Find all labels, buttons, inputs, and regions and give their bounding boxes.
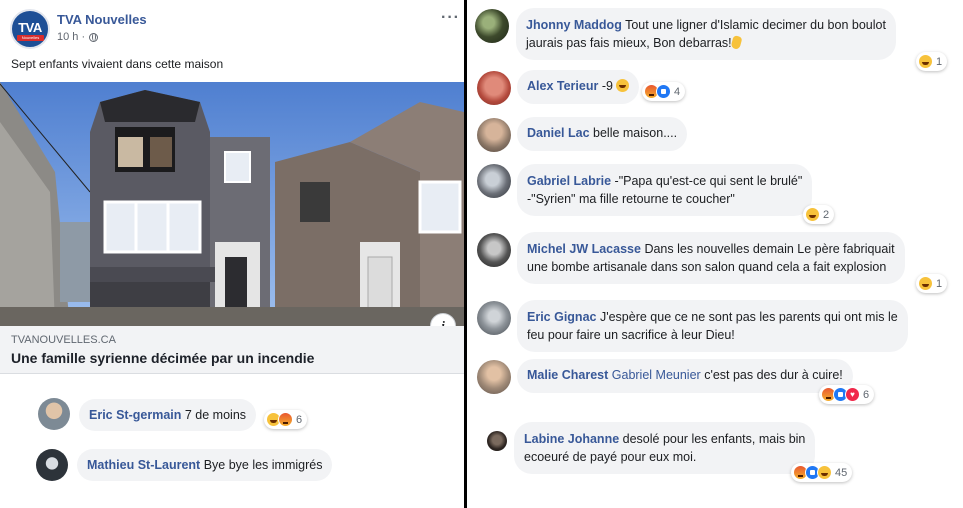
comment-bubble: Eric Gignac J'espère que ce ne sont pas … [517, 300, 908, 352]
comment-text-line2: une bombe artisanale dans son salon quan… [527, 260, 887, 274]
comment-text-line1: -"Papa qu'est-ce qui sent le brulé" [614, 174, 803, 188]
reaction-summary[interactable]: 1 [916, 274, 948, 293]
comment-text: belle maison.... [593, 126, 678, 140]
comment-text-line2: jaurais pas fais mieux, Bon debarras! [526, 36, 732, 50]
globe-icon [89, 32, 99, 42]
haha-reaction-icon [918, 276, 933, 291]
comment-text-line1: Dans les nouvelles demain Le père fabriq… [644, 242, 895, 256]
avatar[interactable] [38, 398, 70, 430]
comment-author[interactable]: Mathieu St-Laurent [87, 458, 200, 472]
avatar[interactable] [477, 71, 511, 105]
post-text: Sept enfants vivaient dans cette maison [11, 57, 224, 71]
like-reaction-icon [656, 84, 671, 99]
comment-author[interactable]: Eric St-germain [89, 408, 181, 422]
comment-bubble: Mathieu St-Laurent Bye bye les immigrés [77, 449, 333, 481]
post-meta: 10 h · [57, 31, 99, 43]
reaction-summary[interactable]: 4 [642, 82, 686, 101]
comments-panel: Jhonny Maddog Tout une ligner d'Islamic … [467, 0, 963, 508]
comment-author[interactable]: Malie Charest [527, 368, 608, 382]
comment-author[interactable]: Michel JW Lacasse [527, 242, 641, 256]
reaction-count: 2 [823, 208, 830, 221]
reaction-summary[interactable]: 6 [819, 385, 875, 404]
mention-link[interactable]: Gabriel Meunier [612, 368, 701, 382]
link-title[interactable]: Une famille syrienne décimée par un ince… [11, 350, 314, 366]
haha-reaction-icon [918, 54, 933, 69]
comment-bubble: Eric St-germain 7 de moins [79, 399, 257, 431]
comment-bubble: Labine Johanne desolé pour les enfants, … [514, 422, 816, 474]
comment-text-line2: feu pour faire un sacrifice à leur Dieu! [527, 328, 735, 342]
avatar[interactable] [477, 301, 511, 335]
link-preview[interactable]: TVANOUVELLES.CA Une famille syrienne déc… [0, 326, 464, 374]
comment-text: 7 de moins [184, 408, 247, 422]
love-reaction-icon [845, 387, 860, 402]
avatar[interactable] [477, 360, 511, 394]
reaction-summary[interactable]: 2 [803, 205, 835, 224]
comment-author[interactable]: Labine Johanne [524, 432, 619, 446]
comment-author[interactable]: Daniel Lac [527, 126, 590, 140]
post-photo[interactable] [0, 82, 464, 326]
comment-bubble: Gabriel Labrie -"Papa qu'est-ce qui sent… [517, 164, 813, 216]
reaction-count: 6 [296, 413, 303, 426]
reaction-count: 45 [835, 466, 848, 479]
haha-reaction-icon [817, 465, 832, 480]
logo-text: TVA [18, 20, 42, 35]
reaction-count: 1 [936, 55, 943, 68]
comment-text: -9 [601, 79, 613, 93]
post-time[interactable]: 10 h · [57, 31, 85, 43]
avatar[interactable] [475, 9, 509, 43]
reaction-count: 6 [863, 388, 870, 401]
comment-bubble: Malie Charest Gabriel Meunier c'est pas … [517, 359, 853, 393]
avatar[interactable] [487, 431, 507, 451]
facebook-post: TVA Nouvelles TVA Nouvelles 10 h · ··· S… [0, 0, 464, 508]
comment-text-line1: Tout une ligner d'Islamic decimer du bon… [625, 18, 886, 32]
haha-reaction-icon [805, 207, 820, 222]
comment-text-line2: -"Syrien" ma fille retourne te coucher" [527, 192, 735, 206]
page-name[interactable]: TVA Nouvelles [57, 12, 147, 27]
reaction-summary[interactable]: 45 [791, 463, 853, 482]
comment-text-line2: ecoeuré de payé pour eux moi. [524, 450, 697, 464]
laughing-emoji-icon [616, 79, 630, 92]
burned-house-illustration [0, 82, 464, 326]
comment-bubble: Alex Terieur -9 [517, 70, 640, 104]
avatar[interactable] [477, 233, 511, 267]
tva-nouvelles-logo[interactable]: TVA Nouvelles [10, 9, 50, 49]
avatar[interactable] [36, 449, 68, 481]
more-options-icon[interactable]: ··· [441, 10, 460, 26]
comment-bubble: Jhonny Maddog Tout une ligner d'Islamic … [516, 8, 896, 60]
comment-author[interactable]: Alex Terieur [527, 79, 598, 93]
comment-author[interactable]: Eric Gignac [527, 310, 596, 324]
comment-text-line1: J'espère que ce ne sont pas les parents … [599, 310, 898, 324]
comment-text: Bye bye les immigrés [203, 458, 323, 472]
reaction-summary[interactable]: 6 [264, 410, 308, 429]
link-domain: TVANOUVELLES.CA [11, 334, 116, 346]
reaction-count: 4 [674, 85, 681, 98]
angry-reaction-icon [278, 412, 293, 427]
comment-author[interactable]: Jhonny Maddog [526, 18, 622, 32]
comment-bubble: Daniel Lac belle maison.... [517, 117, 688, 151]
avatar[interactable] [477, 164, 511, 198]
reaction-count: 1 [936, 277, 943, 290]
reaction-summary[interactable]: 1 [916, 52, 948, 71]
comment-author[interactable]: Gabriel Labrie [527, 174, 611, 188]
avatar[interactable] [477, 118, 511, 152]
logo-subtext: Nouvelles [17, 35, 44, 41]
comment-text: c'est pas des dur à cuire! [704, 368, 843, 382]
comment-text-line1: desolé pour les enfants, mais bin [622, 432, 806, 446]
comment-bubble: Michel JW Lacasse Dans les nouvelles dem… [517, 232, 905, 284]
